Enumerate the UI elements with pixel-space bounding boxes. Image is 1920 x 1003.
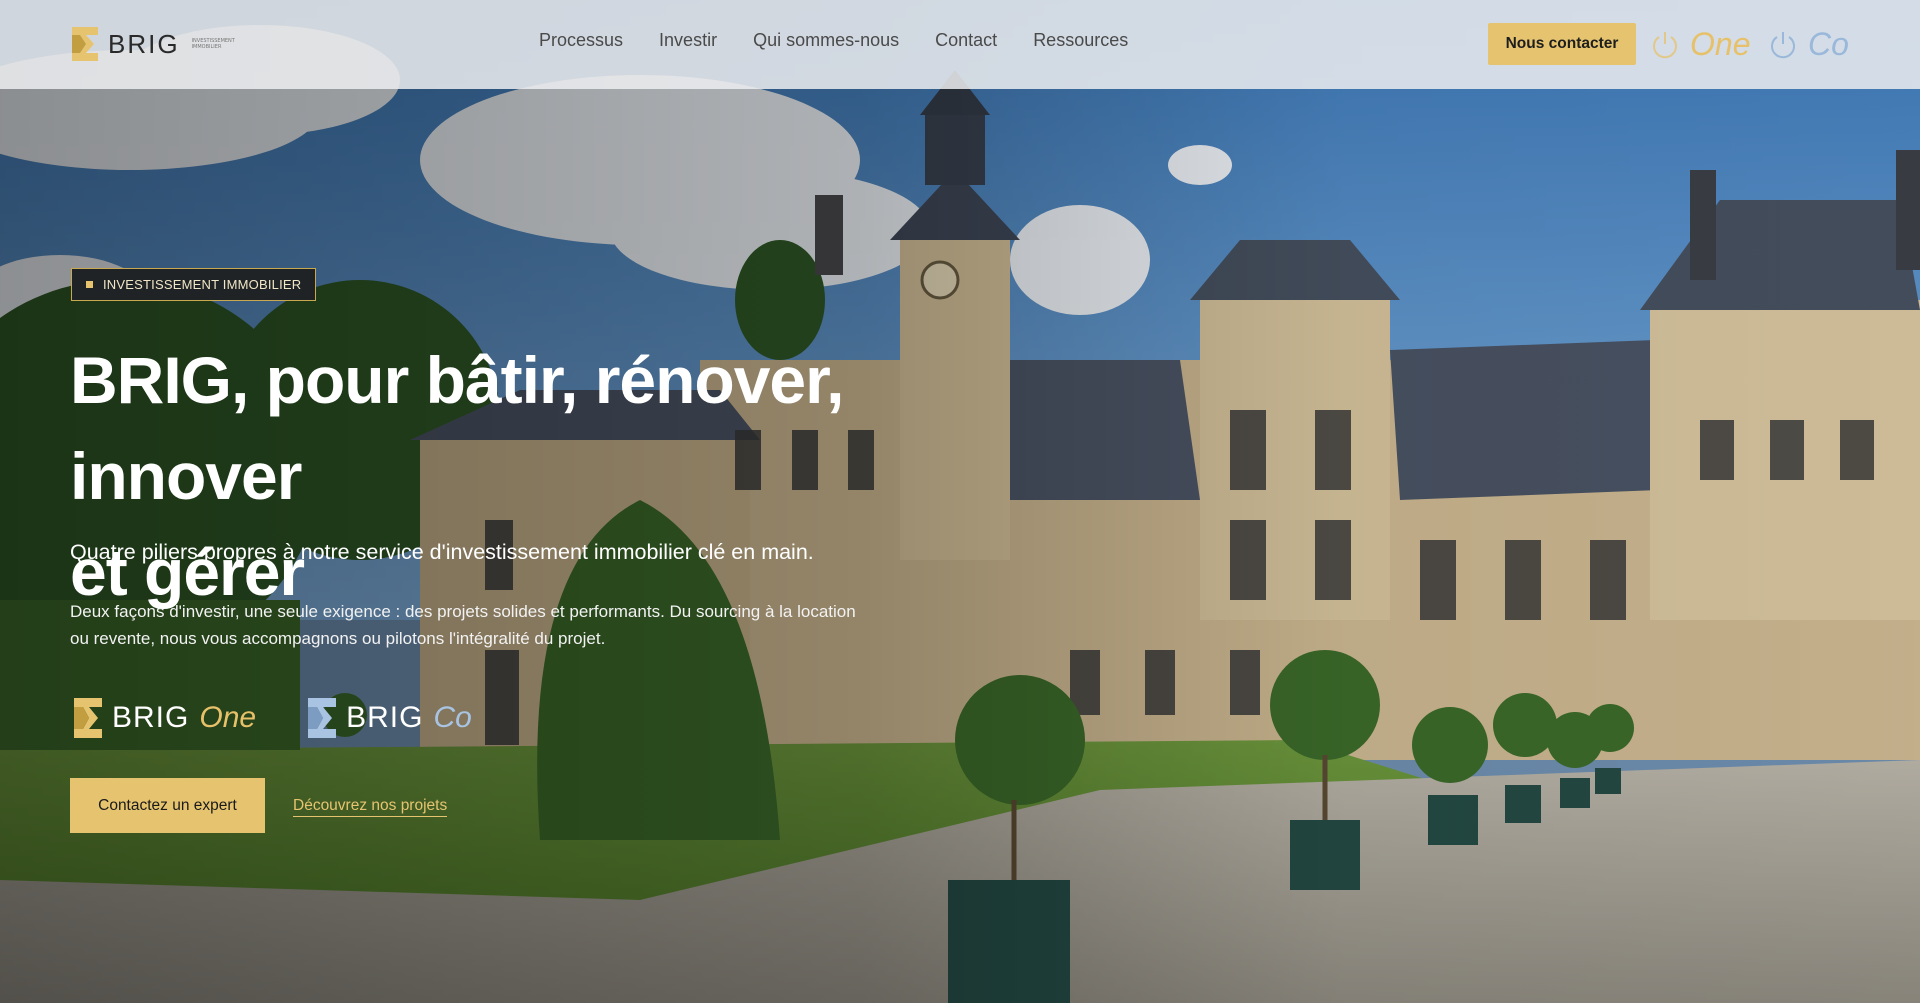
toggle-brig-one[interactable]: One (1650, 26, 1750, 63)
power-icon (1771, 31, 1795, 58)
discover-projects-link[interactable]: Découvrez nos projets (293, 797, 448, 817)
hero-description-line-2: ou revente, nous vous accompagnons ou pi… (70, 629, 606, 648)
hero-description-line-1: Deux façons d'investir, une seule exigen… (70, 602, 856, 621)
hero-description: Deux façons d'investir, une seule exigen… (70, 598, 970, 652)
nav-item-qui-sommes-nous[interactable]: Qui sommes-nous (753, 30, 899, 51)
brand-logos: BRIG One BRIG Co (74, 698, 472, 738)
brig-co-logo[interactable]: BRIG Co (308, 698, 472, 738)
toggle-brig-co[interactable]: Co (1768, 26, 1849, 63)
nav-item-investir[interactable]: Investir (659, 30, 717, 51)
contact-button[interactable]: Nous contacter (1488, 23, 1636, 65)
hero-subtitle: Quatre piliers propres à notre service d… (70, 540, 814, 564)
brig-co-suffix: Co (433, 701, 472, 734)
brig-co-name: BRIG (346, 701, 424, 734)
badge-label: INVESTISSEMENT IMMOBILIER (103, 277, 302, 292)
toggle-one-label: One (1690, 26, 1751, 62)
brig-logo[interactable]: BRIG INVESTISSEMENT IMMOBILIER (72, 26, 235, 62)
brig-one-suffix: One (199, 701, 257, 734)
hero-title-line-1: BRIG, pour bâtir, rénover, innover (70, 343, 845, 513)
category-badge: INVESTISSEMENT IMMOBILIER (71, 268, 317, 301)
logo-subtitle: INVESTISSEMENT IMMOBILIER (191, 38, 235, 50)
main-nav: Processus Investir Qui sommes-nous Conta… (539, 30, 1128, 51)
hero-title: BRIG, pour bâtir, rénover, innover et gé… (70, 332, 1070, 620)
contact-expert-button[interactable]: Contactez un expert (70, 778, 265, 833)
site-header: BRIG INVESTISSEMENT IMMOBILIER Processus… (0, 0, 1920, 89)
logo-text: BRIG (108, 28, 180, 59)
brig-co-mark-icon (308, 698, 337, 738)
nav-item-processus[interactable]: Processus (539, 30, 623, 51)
square-bullet-icon (86, 281, 93, 288)
power-icon (1653, 31, 1677, 58)
toggle-co-label: Co (1808, 26, 1849, 62)
brig-one-logo[interactable]: BRIG One (74, 698, 256, 738)
brig-one-name: BRIG (112, 701, 190, 734)
brig-one-mark-icon (74, 698, 102, 738)
nav-item-ressources[interactable]: Ressources (1033, 30, 1128, 51)
brig-logo-mark-icon (72, 27, 98, 61)
nav-item-contact[interactable]: Contact (935, 30, 997, 51)
